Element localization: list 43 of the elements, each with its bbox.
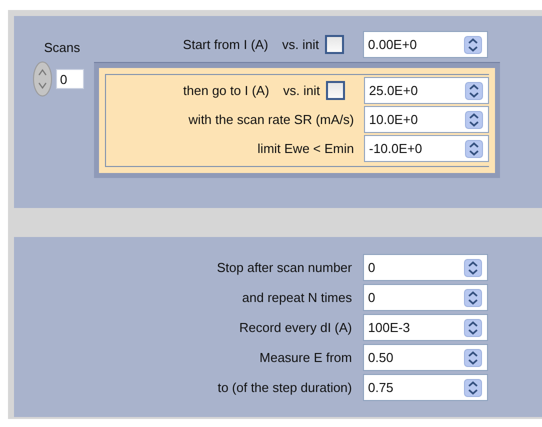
- field-value: 25.0E+0: [369, 83, 418, 98]
- field-label: to (of the step duration): [216, 380, 352, 395]
- spinner-arrows-icon[interactable]: [465, 82, 483, 100]
- field-value: 0: [368, 260, 376, 275]
- field-label: then go to I (A): [183, 83, 270, 98]
- spinner-arrows-icon[interactable]: [465, 140, 483, 158]
- field-value: -10.0E+0: [369, 141, 422, 156]
- spinner-arrows-icon[interactable]: [464, 288, 482, 306]
- spinner-arrows-icon[interactable]: [465, 110, 483, 128]
- spinner-arrows-icon[interactable]: [464, 378, 482, 396]
- numeric-field[interactable]: 0: [363, 254, 488, 281]
- spinner-wheel-icon[interactable]: [33, 61, 52, 97]
- scans-label: Scans: [44, 40, 80, 55]
- numeric-field[interactable]: -10.0E+0: [364, 135, 489, 162]
- spinner-arrows-icon[interactable]: [464, 318, 482, 336]
- field-label: with the scan rate SR (mA/s): [188, 112, 354, 127]
- scans-field[interactable]: 0: [56, 69, 84, 89]
- numeric-field[interactable]: 100E-3: [363, 314, 488, 341]
- vs-init-label: vs. init: [282, 37, 319, 52]
- checkbox[interactable]: [325, 35, 344, 54]
- field-label: Stop after scan number: [216, 260, 352, 275]
- field-value: 100E-3: [368, 320, 410, 335]
- spinner-arrows-icon[interactable]: [464, 348, 482, 366]
- numeric-field[interactable]: 0.00E+0: [363, 31, 488, 58]
- field-value: 0.75: [368, 380, 394, 395]
- field-label: Record every dI (A): [238, 320, 352, 335]
- field-value: 10.0E+0: [369, 112, 418, 127]
- checkbox[interactable]: [326, 81, 345, 100]
- numeric-field[interactable]: 25.0E+0: [364, 77, 489, 104]
- field-value: 0: [368, 290, 376, 305]
- spinner-arrows-icon[interactable]: [464, 258, 482, 276]
- field-value: 0.50: [368, 350, 394, 365]
- field-label: Measure E from: [258, 350, 352, 365]
- numeric-field[interactable]: 0.75: [363, 374, 488, 401]
- field-label: and repeat N times: [241, 290, 352, 305]
- numeric-field[interactable]: 10.0E+0: [364, 106, 489, 133]
- field-label: limit Ewe < Emin: [258, 141, 354, 156]
- numeric-field[interactable]: 0: [363, 284, 488, 311]
- spinner-arrows-icon[interactable]: [464, 36, 482, 54]
- field-label: Start from I (A): [182, 37, 268, 52]
- numeric-field[interactable]: 0.50: [363, 344, 488, 371]
- field-value: 0.00E+0: [368, 37, 417, 52]
- vs-init-label: vs. init: [283, 83, 320, 98]
